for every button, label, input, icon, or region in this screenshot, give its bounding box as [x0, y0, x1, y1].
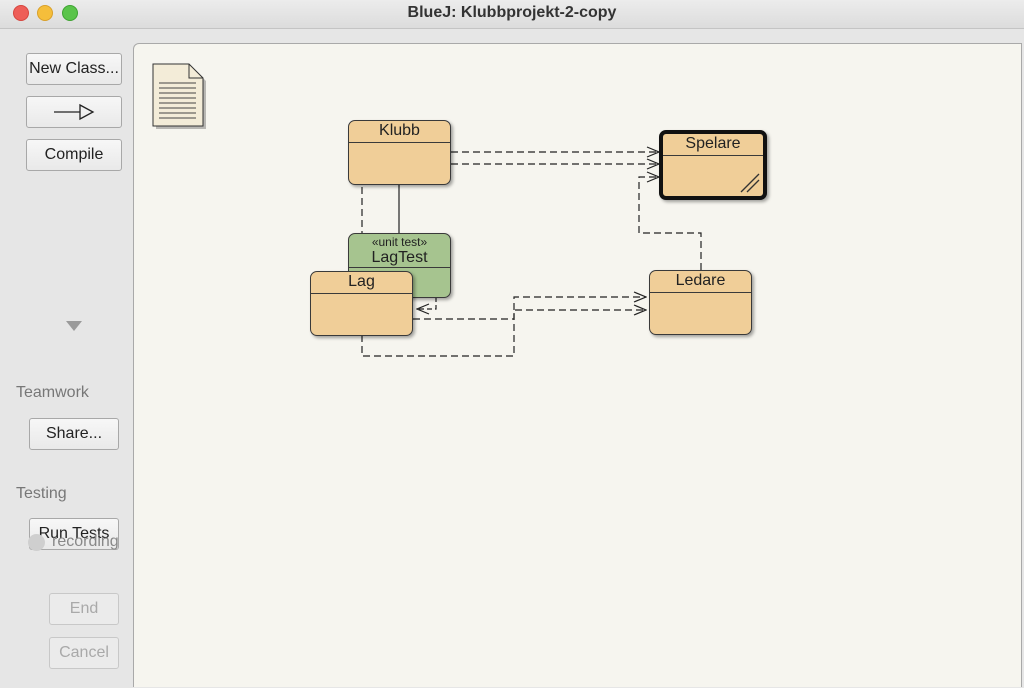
recording-label: recording: [52, 533, 119, 550]
dependency-lag-ledare-1: [413, 297, 646, 320]
class-diagram-canvas[interactable]: Klubb Spelare «unit test» LagTest Lag Le…: [133, 43, 1022, 687]
teamwork-label: Teamwork: [16, 384, 89, 401]
new-class-button[interactable]: New Class...: [26, 53, 122, 85]
recording-indicator-icon: [28, 534, 45, 551]
readme-document-icon[interactable]: [152, 63, 206, 134]
collapse-triangle-icon[interactable]: [66, 321, 82, 331]
class-spelare[interactable]: Spelare: [659, 130, 767, 200]
compile-button[interactable]: Compile: [26, 139, 122, 171]
class-ledare[interactable]: Ledare: [649, 270, 752, 335]
stereotype-label: «unit test»: [371, 235, 428, 249]
title-bar: BlueJ: Klubbprojekt-2-copy: [0, 0, 1024, 29]
resize-handle-icon[interactable]: [739, 172, 761, 194]
class-name: Lag: [311, 272, 412, 294]
share-button[interactable]: Share...: [29, 418, 119, 450]
class-name: Spelare: [663, 134, 763, 156]
dependency-lagtest-lag: [417, 297, 437, 309]
class-name: Klubb: [349, 121, 450, 143]
end-button[interactable]: End: [49, 593, 119, 625]
window-title: BlueJ: Klubbprojekt-2-copy: [407, 4, 617, 21]
class-lag[interactable]: Lag: [310, 271, 413, 336]
cancel-button[interactable]: Cancel: [49, 637, 119, 669]
testing-label: Testing: [16, 485, 67, 502]
dependency-arrows: [361, 44, 702, 357]
new-inheritance-arrow-button[interactable]: [26, 96, 122, 128]
class-name: LagTest: [371, 249, 428, 266]
inheritance-arrow-icon: [54, 103, 95, 121]
class-klubb[interactable]: Klubb: [348, 120, 451, 185]
class-name: Ledare: [650, 271, 751, 293]
